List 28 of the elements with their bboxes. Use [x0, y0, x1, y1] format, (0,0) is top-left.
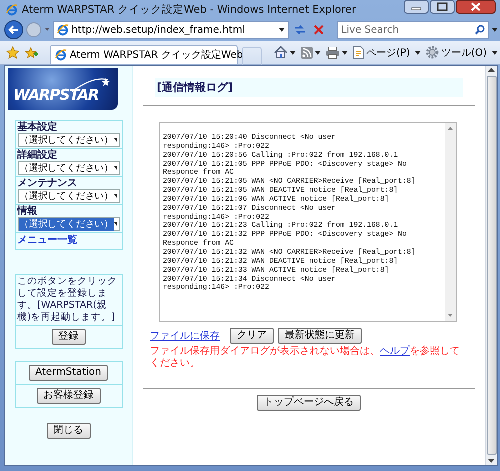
menu-list-link[interactable]: メニュー一覧 [18, 235, 78, 246]
notice-text: ファイル保存用ダイアログが表示されない場合は、ヘルプを参照してください。 [150, 346, 461, 370]
menu-label: 基本設定 [18, 122, 58, 133]
search-field[interactable]: Live Search [337, 21, 490, 39]
warpstar-logo: WARPSTAR [8, 68, 118, 110]
menu-dropdown[interactable]: （選択してください） [18, 217, 120, 231]
tools-menu-button[interactable]: ツール(O) [426, 46, 487, 60]
menu-dropdown[interactable]: （選択してください） [18, 161, 120, 175]
menu-dropdown[interactable]: （選択してください） [18, 189, 120, 203]
window-title: Aterm WARPSTAR クイック設定Web - Windows Internet Explorer [22, 2, 358, 16]
menu-label: 詳細設定 [18, 150, 58, 161]
log-action-button[interactable]: クリア [230, 328, 274, 344]
link-button[interactable]: AtermStation [28, 365, 108, 381]
log-action-button[interactable]: 最新状態に更新 [278, 328, 362, 344]
menu-label: 情報 [18, 206, 38, 217]
help-link[interactable]: ヘルプ [380, 346, 410, 357]
save-to-file-link[interactable]: ファイルに保存 [150, 329, 220, 343]
page-heading: [通信情報ログ] [155, 78, 463, 97]
back-to-top-button[interactable]: トップページへ戻る [257, 395, 361, 411]
menu-dropdown[interactable]: （選択してください） [18, 133, 120, 147]
address-field[interactable]: http://web.setup/index_frame.html [52, 21, 290, 39]
url-text: http://web.setup/index_frame.html [72, 24, 246, 36]
menu-label: メンテナンス [18, 178, 78, 189]
register-button[interactable]: 登録 [52, 329, 86, 345]
link-button[interactable]: お客様登録 [36, 388, 100, 404]
register-note: このボタンをクリックして設定を登録します。[WARPSTAR(親機)を再起動します。] [16, 275, 122, 326]
page-menu-button[interactable]: ページ(P) [353, 46, 410, 60]
close-button[interactable]: 閉じる [46, 423, 90, 439]
